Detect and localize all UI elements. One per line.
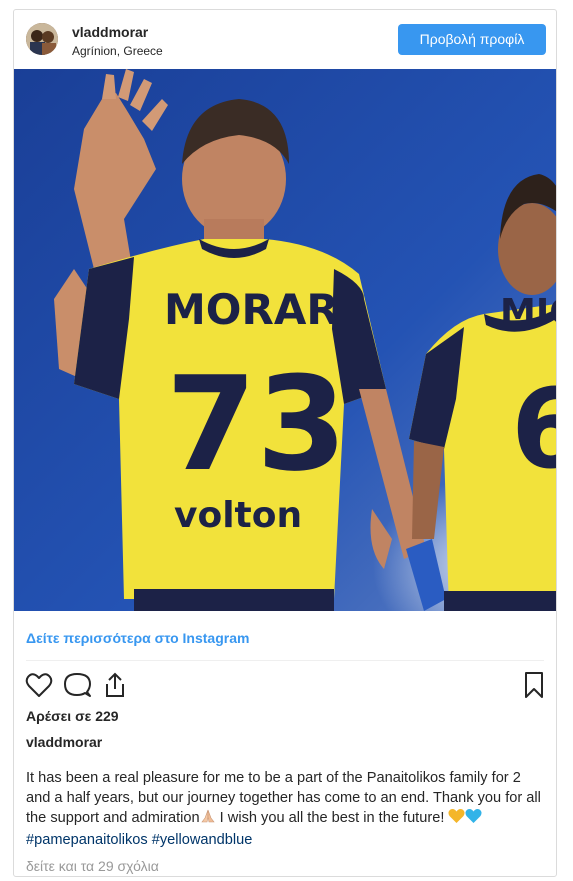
blue-heart-emoji-icon: [465, 808, 482, 830]
see-more-on-instagram-link[interactable]: Δείτε περισσότερα στο Instagram: [26, 630, 249, 646]
avatar[interactable]: [26, 23, 58, 55]
jersey-sponsor: volton: [174, 495, 302, 536]
username[interactable]: vladdmorar: [72, 24, 148, 40]
caption-username[interactable]: vladdmorar: [26, 734, 102, 750]
caption-text: It has been a real pleasure for me to be…: [26, 768, 546, 850]
comment-icon[interactable]: [62, 670, 92, 700]
heart-icon[interactable]: [24, 670, 54, 700]
likes-count[interactable]: Αρέσει σε 229: [26, 708, 119, 724]
jersey-right-number: 6: [511, 365, 556, 493]
share-icon[interactable]: [100, 670, 130, 700]
action-bar: [14, 666, 556, 706]
pray-emoji-icon: [200, 808, 216, 830]
bookmark-icon[interactable]: [519, 670, 549, 700]
instagram-embed-card: vladdmorar Agrínion, Greece Προβολή προφ…: [13, 9, 557, 877]
yellow-heart-emoji-icon: [448, 808, 465, 830]
view-comments-link[interactable]: δείτε και τα 29 σχόλια: [26, 858, 159, 874]
jersey-left-number: 73: [166, 348, 347, 500]
post-header: vladdmorar Agrínion, Greece Προβολή προφ…: [14, 10, 556, 69]
location[interactable]: Agrínion, Greece: [72, 44, 163, 58]
caption-line-2: I wish you all the best in the future!: [215, 810, 445, 826]
divider: [26, 660, 544, 661]
hashtags[interactable]: #pamepanaitolikos #yellowandblue: [26, 832, 252, 848]
jersey-left-name: MORAR: [164, 285, 339, 334]
view-profile-button[interactable]: Προβολή προφίλ: [398, 24, 546, 55]
jersey-right-name: MIC: [500, 292, 556, 333]
post-photo[interactable]: MORAR 73 volton MIC 6: [14, 69, 556, 611]
